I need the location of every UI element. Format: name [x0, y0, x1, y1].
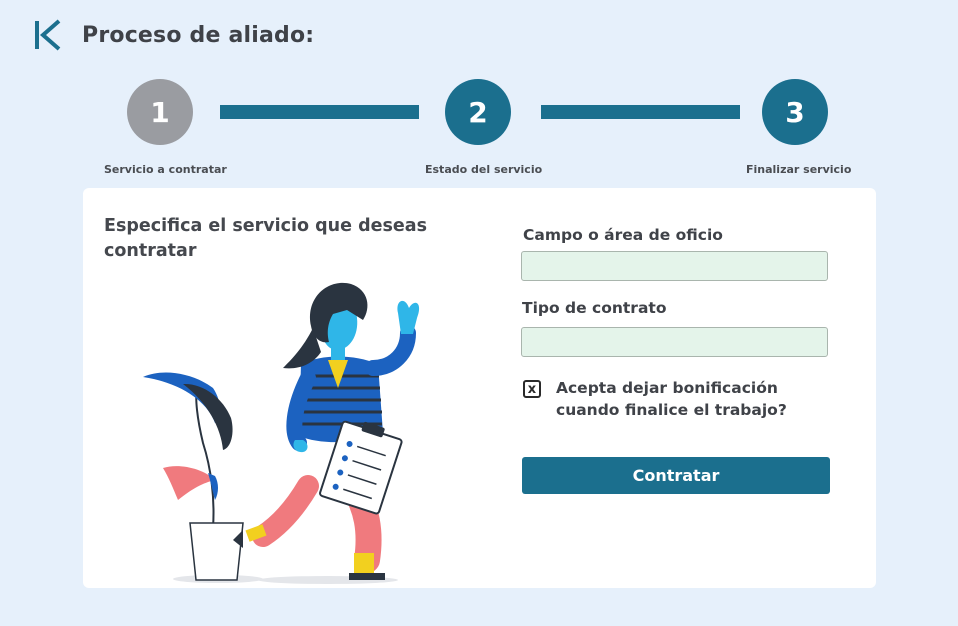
bonus-checkbox[interactable]: x: [523, 380, 541, 398]
form-heading: Especifica el servicio que deseas contra…: [104, 216, 428, 261]
step-3-circle: 3: [762, 79, 828, 145]
form-card: Especifica el servicio que deseas contra…: [83, 188, 876, 588]
area-field-input[interactable]: [521, 251, 828, 281]
contract-type-input[interactable]: [521, 327, 828, 357]
area-field-label: Campo o área de oficio: [523, 226, 723, 244]
progress-stepper: 1 2 3 Servicio a contratar Estado del se…: [0, 0, 958, 190]
contratar-button[interactable]: Contratar: [522, 457, 830, 494]
step-2-label: Estado del servicio: [425, 163, 543, 176]
step-2-number: 2: [468, 95, 488, 129]
step-connector-2-3: [541, 105, 740, 119]
step-2-circle: 2: [445, 79, 511, 145]
checkbox-x-icon: x: [527, 381, 537, 397]
step-1-label: Servicio a contratar: [104, 163, 227, 176]
step-3-label: Finalizar servicio: [746, 163, 852, 176]
step-connector-1-2: [220, 105, 419, 119]
contract-type-label: Tipo de contrato: [522, 299, 667, 317]
step-1-circle: 1: [127, 79, 193, 145]
woman-with-clipboard-illustration: [143, 282, 420, 584]
step-1-number: 1: [150, 95, 170, 129]
step-3-number: 3: [785, 95, 805, 129]
bonus-checkbox-label[interactable]: Acepta dejar bonificación cuando finalic…: [556, 377, 846, 421]
